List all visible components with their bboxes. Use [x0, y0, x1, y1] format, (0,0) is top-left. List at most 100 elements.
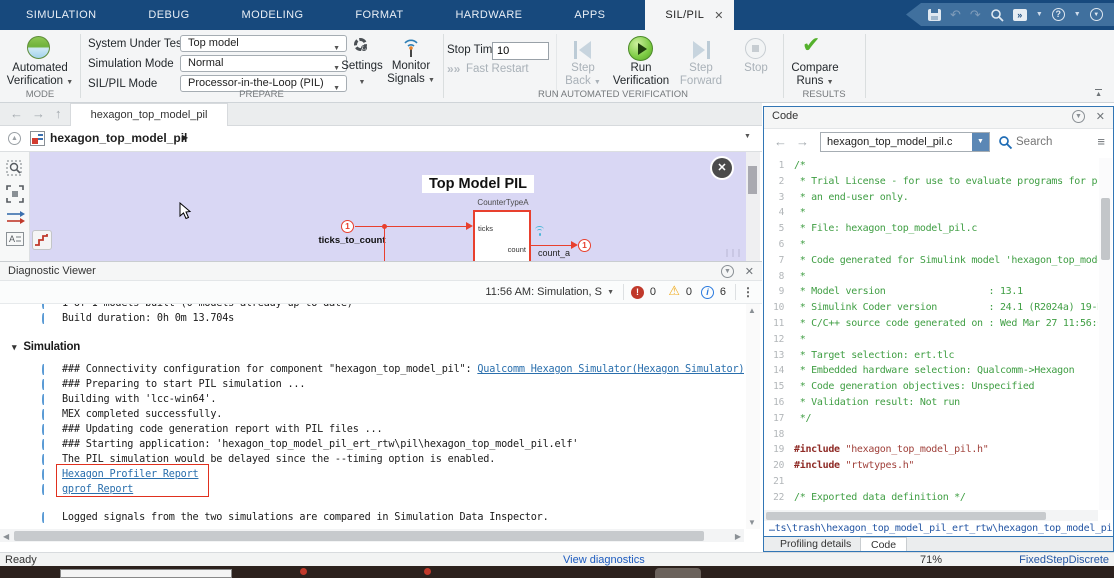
help-icon[interactable]: ? — [1052, 8, 1065, 21]
code-editor[interactable]: 1/*2 * Trial License - for use to evalua… — [764, 158, 1098, 510]
collapse-marker-icon[interactable] — [42, 424, 45, 435]
code-search[interactable] — [1016, 132, 1088, 152]
log-section-header[interactable]: ▾Simulation — [0, 339, 744, 356]
diagnostic-hscrollbar[interactable]: ◀ ▶ — [0, 529, 744, 542]
annotation-icon[interactable]: A — [6, 232, 24, 246]
favorites-icon[interactable]: » — [1013, 9, 1027, 21]
collapse-marker-icon[interactable] — [42, 409, 45, 420]
minimize-panel-icon[interactable]: ▼ — [1072, 110, 1085, 123]
scroll-right-icon[interactable]: ▶ — [735, 532, 741, 541]
collapse-marker-icon[interactable] — [42, 469, 45, 480]
counter-block[interactable]: ticks count — [473, 210, 531, 261]
tab-sil-pil[interactable]: SIL/PIL ✕ — [645, 0, 734, 30]
inport-block[interactable]: 1 — [341, 220, 354, 233]
hamburger-menu-icon[interactable]: ≡ — [1097, 134, 1105, 149]
settings-dropdown-icon[interactable]: ▼ — [336, 76, 388, 89]
settings-label[interactable]: Settings — [336, 60, 388, 73]
model-title-annotation[interactable]: Top Model PIL — [422, 175, 534, 193]
signal-line[interactable] — [355, 226, 469, 227]
chevron-down-icon[interactable]: ▼ — [972, 133, 989, 151]
run-verification-button[interactable] — [628, 36, 653, 61]
collapse-marker-icon[interactable] — [42, 512, 45, 523]
taskbar-search-box[interactable] — [60, 569, 232, 578]
code-vscrollbar[interactable] — [1099, 158, 1112, 510]
output-signal-line[interactable] — [531, 245, 575, 246]
collapse-marker-icon[interactable] — [42, 454, 45, 465]
menu-tab-hardware[interactable]: HARDWARE — [429, 0, 548, 30]
compare-runs-icon[interactable]: ✔ — [802, 32, 820, 58]
step-back-icon[interactable] — [572, 38, 594, 62]
nav-back-icon[interactable]: ← — [10, 106, 23, 121]
minimize-panel-icon[interactable]: ▼ — [721, 265, 734, 278]
simulation-mode-select[interactable]: Normal▼ — [180, 55, 347, 72]
favorites-dropdown-icon[interactable]: ▼ — [1036, 11, 1043, 18]
solver-name[interactable]: FixedStepDiscrete — [1019, 554, 1109, 566]
code-hscrollbar[interactable] — [764, 510, 1098, 521]
undo-icon[interactable]: ↶ — [950, 8, 961, 21]
collapse-marker-icon[interactable] — [42, 439, 45, 450]
run-verification-label[interactable]: Run Verification — [608, 62, 674, 88]
document-tab[interactable]: hexagon_top_model_pil — [70, 103, 228, 126]
chevron-down-icon[interactable]: ▼ — [607, 289, 614, 296]
zoom-region-icon[interactable] — [6, 160, 24, 178]
outport-block[interactable]: 1 — [578, 239, 591, 252]
scrollbar-thumb[interactable] — [766, 512, 1046, 520]
run-selector[interactable]: 11:56 AM: Simulation, S — [485, 286, 602, 298]
nav-back-icon[interactable]: ← — [774, 134, 787, 149]
taskbar-app-icon[interactable] — [655, 568, 701, 578]
monitor-signals-button[interactable]: Monitor Signals ▼ — [385, 60, 437, 87]
nav-up-icon[interactable]: ↑ — [55, 106, 62, 121]
view-diagnostics-link[interactable]: View diagnostics — [563, 554, 645, 566]
save-icon[interactable] — [928, 9, 941, 21]
stop-time-input[interactable] — [492, 42, 549, 60]
tab-code[interactable]: Code — [860, 537, 907, 551]
resize-grip[interactable] — [726, 249, 742, 257]
scroll-left-icon[interactable]: ◀ — [3, 532, 9, 541]
log-link[interactable]: Qualcomm Hexagon Simulator(Hexagon Simul… — [477, 364, 744, 375]
compare-runs-button[interactable]: Compare Runs ▼ — [786, 62, 844, 89]
help-dropdown-icon[interactable]: ▼ — [1074, 11, 1081, 18]
step-forward-icon[interactable] — [690, 38, 712, 62]
system-under-test-select[interactable]: Top model▼ — [180, 35, 347, 52]
menu-tab-simulation[interactable]: SIMULATION — [0, 0, 122, 30]
menu-tab-format[interactable]: FORMAT — [329, 0, 429, 30]
close-icon[interactable]: ✕ — [714, 9, 724, 22]
search-input[interactable] — [1016, 132, 1088, 152]
collapse-marker-icon[interactable] — [42, 379, 45, 390]
minimize-ribbon-icon[interactable]: ▼ — [1090, 8, 1103, 21]
nav-forward-icon[interactable]: → — [32, 106, 45, 121]
scrollbar-thumb[interactable] — [748, 166, 757, 194]
scrollbar-thumb[interactable] — [1101, 198, 1110, 260]
collapse-marker-icon[interactable] — [42, 313, 45, 324]
diagnostic-vscrollbar[interactable]: ▲ ▼ — [746, 304, 760, 529]
collapse-ribbon-icon[interactable]: ▲ — [1095, 89, 1102, 98]
breadcrumb[interactable]: hexagon_top_model_pil — [50, 131, 187, 145]
collapse-marker-icon[interactable] — [42, 484, 45, 495]
search-icon[interactable] — [990, 8, 1004, 22]
menu-tab-apps[interactable]: APPS — [548, 0, 631, 30]
fast-restart-label[interactable]: Fast Restart — [466, 63, 529, 75]
signal-logging-icon[interactable] — [533, 226, 545, 236]
more-options-icon[interactable]: ⋮ — [742, 285, 754, 299]
close-icon[interactable]: ✕ — [745, 265, 754, 278]
scroll-up-icon[interactable]: ▲ — [748, 306, 756, 315]
menu-tab-debug[interactable]: DEBUG — [122, 0, 215, 30]
redo-icon[interactable]: ↷ — [970, 8, 981, 21]
fit-to-view-icon[interactable] — [6, 185, 24, 203]
menu-tab-modeling[interactable]: MODELING — [216, 0, 330, 30]
file-selector[interactable]: hexagon_top_model_pil.c ▼ — [820, 132, 990, 152]
collapse-caret-icon[interactable]: ▾ — [12, 342, 16, 352]
scrollbar-thumb[interactable] — [14, 531, 704, 541]
signal-branch-line[interactable] — [384, 226, 385, 261]
data-inspector-badge[interactable] — [32, 230, 52, 250]
monitor-signals-icon[interactable] — [400, 36, 422, 58]
collapse-marker-icon[interactable] — [42, 304, 45, 309]
inport-label[interactable]: ticks_to_count — [292, 235, 412, 246]
close-icon[interactable]: ✕ — [1096, 110, 1105, 123]
taskbar-app-icon[interactable] — [424, 568, 431, 575]
taskbar-app-icon[interactable] — [300, 568, 307, 575]
canvas-scrollbar[interactable] — [746, 152, 760, 261]
close-overlay-button[interactable]: ✕ — [710, 156, 734, 180]
tab-profiling-details[interactable]: Profiling details — [770, 537, 861, 551]
settings-button[interactable] — [354, 38, 367, 51]
